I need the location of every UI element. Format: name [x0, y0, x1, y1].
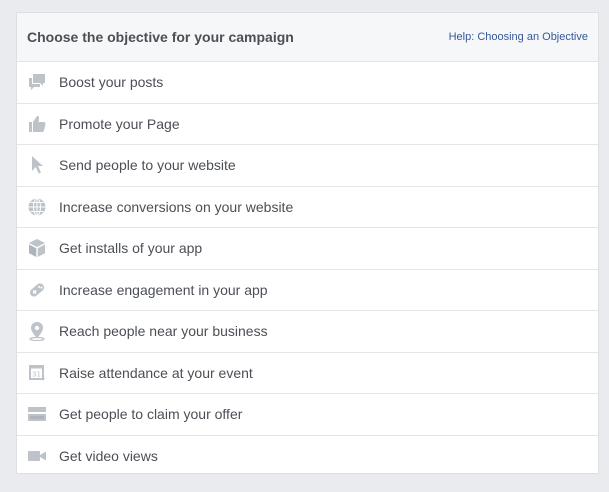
- objective-app-installs[interactable]: Get installs of your app: [17, 228, 598, 270]
- video-camera-icon: [27, 446, 47, 466]
- objective-send-to-website[interactable]: Send people to your website: [17, 145, 598, 187]
- speech-bubbles-icon: [27, 72, 47, 92]
- objective-label: Boost your posts: [59, 74, 164, 91]
- objective-label: Get people to claim your offer: [59, 406, 243, 423]
- objective-label: Get installs of your app: [59, 240, 203, 257]
- cube-icon: [27, 238, 47, 258]
- objective-app-engagement[interactable]: Increase engagement in your app: [17, 270, 598, 311]
- cursor-arrow-icon: [27, 155, 47, 175]
- calendar-icon: 31: [27, 363, 47, 383]
- offer-ticket-icon: [27, 404, 47, 424]
- globe-icon: [27, 197, 47, 217]
- location-pin-icon: [27, 321, 47, 342]
- help-link[interactable]: Help: Choosing an Objective: [449, 31, 588, 43]
- page-title: Choose the objective for your campaign: [27, 29, 294, 45]
- panel-header: Choose the objective for your campaign H…: [17, 13, 598, 62]
- objective-promote-page[interactable]: Promote your Page: [17, 104, 598, 145]
- svg-text:31: 31: [32, 370, 41, 378]
- objective-label: Reach people near your business: [59, 323, 268, 340]
- objective-label: Get video views: [59, 448, 158, 465]
- objective-event-responses[interactable]: 31 Raise attendance at your event: [17, 353, 598, 394]
- campaign-objective-panel: Choose the objective for your campaign H…: [16, 12, 599, 474]
- objective-label: Promote your Page: [59, 115, 180, 132]
- objective-label: Raise attendance at your event: [59, 364, 253, 381]
- objective-video-views[interactable]: Get video views: [17, 436, 598, 478]
- objective-label: Increase engagement in your app: [59, 281, 268, 298]
- thumbs-up-icon: [27, 114, 47, 134]
- objective-increase-conversions[interactable]: Increase conversions on your website: [17, 187, 598, 228]
- objective-label: Increase conversions on your website: [59, 198, 294, 215]
- objective-boost-posts[interactable]: Boost your posts: [17, 62, 598, 104]
- objective-local-awareness[interactable]: Reach people near your business: [17, 311, 598, 353]
- gamepad-icon: [27, 280, 47, 300]
- objective-list: Boost your posts Promote your Page Send …: [17, 62, 598, 477]
- objective-label: Send people to your website: [59, 157, 236, 174]
- objective-offer-claims[interactable]: Get people to claim your offer: [17, 394, 598, 436]
